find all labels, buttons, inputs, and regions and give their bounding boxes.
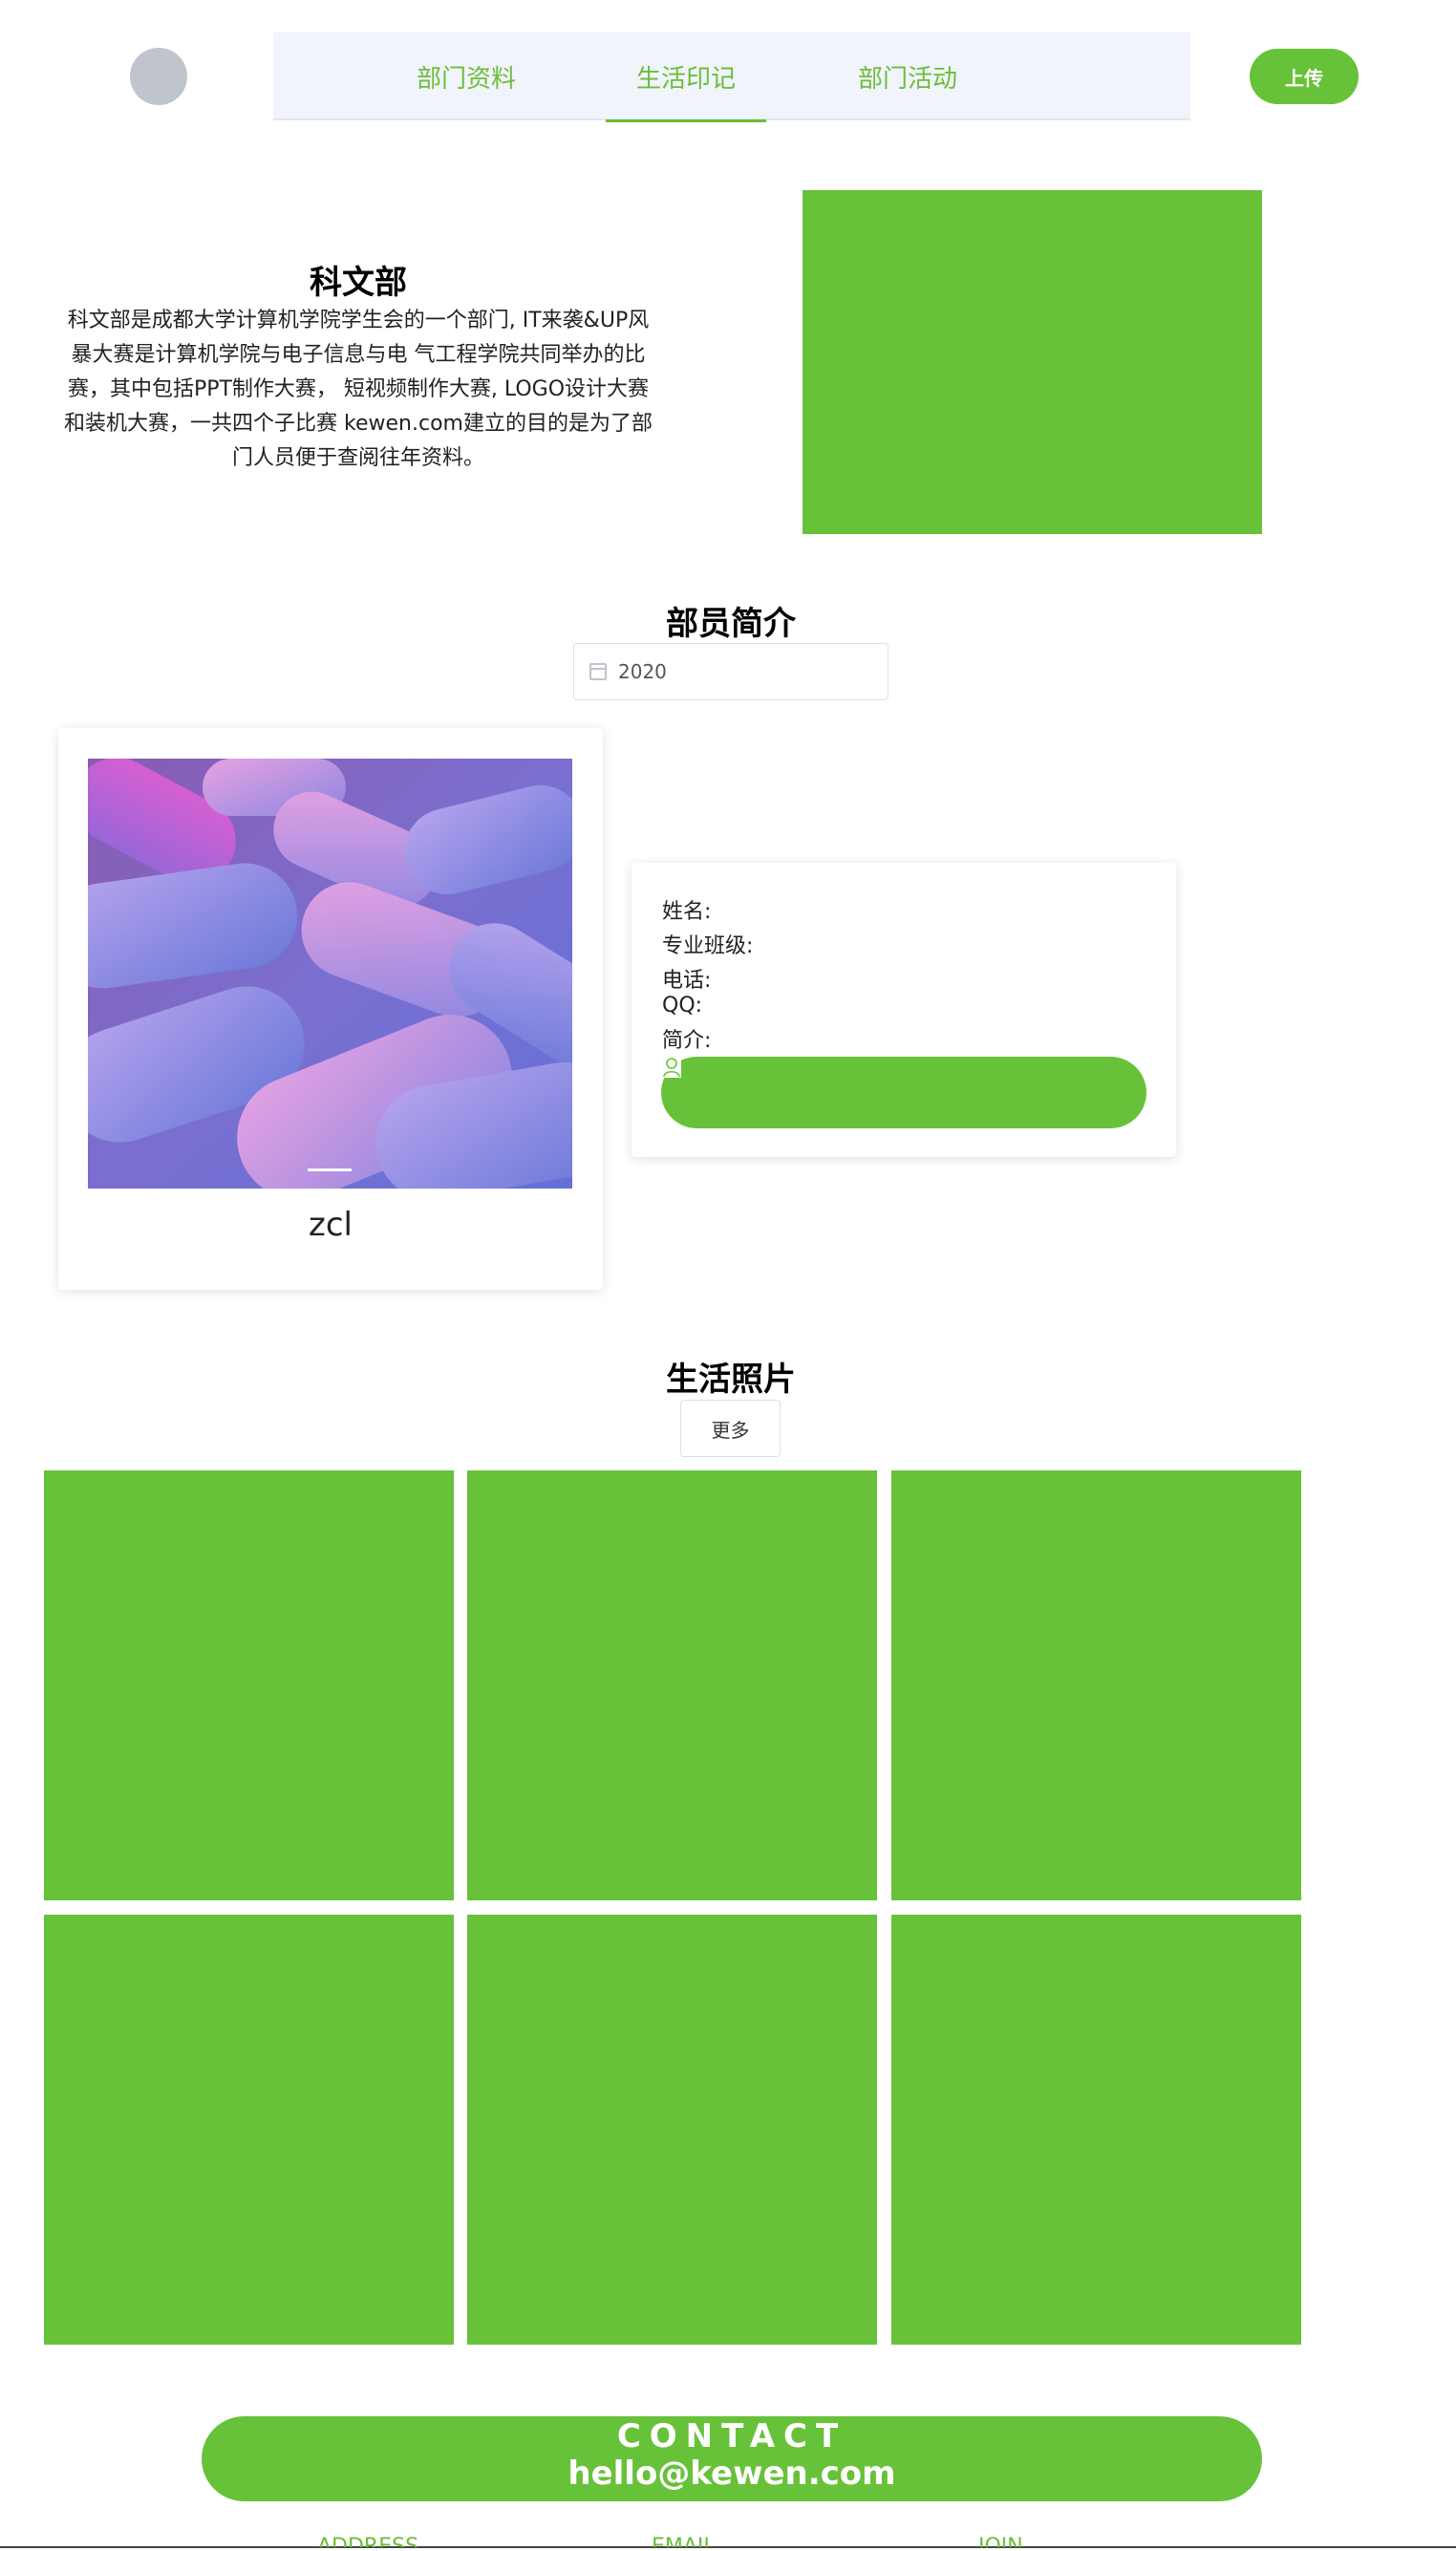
contact-title: CONTACT — [616, 2417, 847, 2455]
department-description: 科文部是成都大学计算机学院学生会的一个部门, IT来袭&UP风暴大赛是计算机学院… — [64, 309, 653, 470]
member-photo — [88, 759, 572, 1189]
more-button[interactable]: 更多 — [680, 1400, 781, 1457]
member-card[interactable]: zcl — [58, 728, 603, 1290]
top-nav: 部门资料 生活印记 部门活动 — [273, 32, 1190, 122]
member-detail-bar[interactable] — [661, 1057, 1146, 1128]
tab-life-marks[interactable]: 生活印记 — [606, 32, 766, 122]
qq-label: QQ: — [662, 994, 703, 1018]
life-photo[interactable] — [891, 1915, 1301, 2345]
user-icon — [662, 1057, 681, 1078]
member-photo-carousel[interactable] — [88, 759, 572, 1189]
footer-link-email[interactable]: EMAIL — [652, 2534, 716, 2547]
contact-email[interactable]: hello@kewen.com — [202, 2455, 1262, 2493]
footer-divider — [0, 2546, 1456, 2548]
department-title: 科文部 — [310, 264, 407, 302]
upload-button[interactable]: 上传 — [1250, 49, 1359, 104]
year-picker[interactable]: 2020 — [573, 643, 889, 700]
life-photos-section-title: 生活照片 — [666, 1361, 796, 1399]
life-photo[interactable] — [467, 1470, 877, 1900]
life-photo[interactable] — [891, 1470, 1301, 1900]
phone-label: 电话: — [662, 969, 712, 993]
tab-department-materials[interactable]: 部门资料 — [386, 32, 546, 120]
year-value: 2020 — [618, 660, 667, 683]
life-photo[interactable] — [44, 1470, 454, 1900]
life-photo[interactable] — [467, 1915, 877, 2345]
name-label: 姓名: — [662, 900, 712, 924]
hero-image — [803, 190, 1262, 534]
member-info-card: 姓名: 专业班级: 电话: QQ: 简介: — [632, 863, 1176, 1157]
tab-department-activities[interactable]: 部门活动 — [827, 32, 988, 120]
contact-banner: CONTACT hello@kewen.com — [202, 2416, 1262, 2501]
life-photo[interactable] — [44, 1915, 454, 2345]
calendar-icon — [589, 663, 607, 680]
carousel-indicator[interactable] — [308, 1168, 352, 1171]
member-name: zcl — [309, 1206, 353, 1244]
class-label: 专业班级: — [662, 934, 754, 958]
avatar[interactable] — [130, 48, 187, 105]
footer-link-join[interactable]: JOIN — [978, 2534, 1023, 2547]
footer-link-address[interactable]: ADDRESS — [317, 2534, 418, 2547]
members-section-title: 部员简介 — [666, 605, 796, 643]
intro-label: 简介: — [662, 1029, 712, 1053]
